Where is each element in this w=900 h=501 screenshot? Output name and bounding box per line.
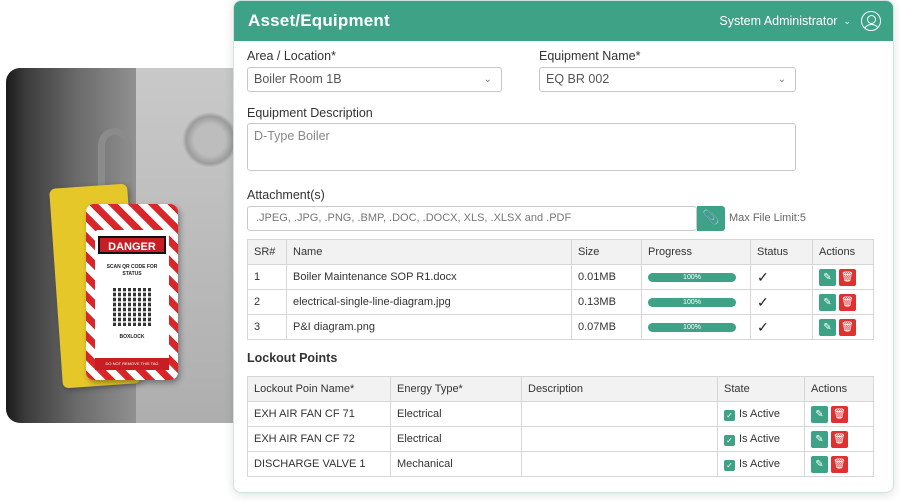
table-row: 1 Boiler Maintenance SOP R1.docx 0.01MB …	[247, 264, 874, 290]
table-row: EXH AIR FAN CF 71 Electrical ✓ Is Active …	[247, 401, 874, 427]
danger-label: DANGER	[98, 236, 166, 254]
table-row: 3 P&I diagram.png 0.07MB 100% ✓ ✎ 🗑	[247, 314, 874, 340]
delete-trash-icon[interactable]: 🗑	[839, 268, 856, 286]
description-label: Equipment Description	[247, 106, 373, 120]
attachment-input[interactable]: .JPEG, .JPG, .PNG, .BMP, .DOC, .DOCX, XL…	[247, 206, 697, 231]
row-sr: 3	[247, 314, 287, 340]
lockout-name: EXH AIR FAN CF 71	[247, 401, 391, 427]
area-value: Boiler Room 1B	[254, 72, 342, 86]
paperclip-icon[interactable]: 📎	[697, 206, 725, 231]
table-row: DISCHARGE VALVE 1 Mechanical ✓ Is Active …	[247, 451, 874, 477]
lockout-description	[521, 451, 718, 477]
row-sr: 1	[247, 264, 287, 290]
table-row: EXH AIR FAN CF 72 Electrical ✓ Is Active …	[247, 426, 874, 452]
chevron-down-icon: ⌄	[777, 74, 786, 85]
tag-footer: DO NOT REMOVE THIS TAG	[95, 358, 169, 370]
col-actions: Actions	[804, 376, 874, 402]
delete-trash-icon[interactable]: 🗑	[839, 293, 856, 311]
checkbox-checked-icon[interactable]: ✓	[724, 409, 735, 421]
checkmark-icon: ✓	[757, 268, 769, 285]
energy-type: Electrical	[390, 426, 522, 452]
attachment-placeholder: .JPEG, .JPG, .PNG, .BMP, .DOC, .DOCX, XL…	[256, 212, 572, 224]
row-size: 0.13MB	[571, 289, 642, 315]
lockout-points-title: Lockout Points	[247, 351, 338, 365]
edit-pencil-icon[interactable]: ✎	[811, 455, 828, 473]
qr-code	[113, 288, 151, 326]
progress-bar: 100%	[648, 297, 736, 307]
state-label: Is Active	[739, 407, 780, 420]
scan-text: SCAN QR CODE FOR STATUS	[106, 264, 158, 277]
lockout-description	[521, 426, 718, 452]
table-row: 2 electrical-single-line-diagram.jpg 0.1…	[247, 289, 874, 315]
table-header-row: Lockout Poin Name* Energy Type* Descript…	[247, 376, 874, 402]
lockout-tag-photo: DANGER SCAN QR CODE FOR STATUS BOXLOCK D…	[6, 68, 246, 423]
checkmark-icon: ✓	[757, 293, 769, 310]
chevron-down-icon: ⌄	[843, 15, 851, 26]
col-name: Name	[286, 239, 572, 265]
delete-trash-icon[interactable]: 🗑	[839, 318, 856, 336]
page-title: Asset/Equipment	[248, 11, 390, 30]
edit-pencil-icon[interactable]: ✎	[811, 430, 828, 448]
delete-trash-icon[interactable]: 🗑	[831, 405, 848, 423]
delete-trash-icon[interactable]: 🗑	[831, 455, 848, 473]
edit-pencil-icon[interactable]: ✎	[819, 268, 836, 286]
equipment-value: EQ BR 002	[546, 72, 610, 86]
energy-type: Mechanical	[390, 451, 522, 477]
checkmark-icon: ✓	[757, 318, 769, 335]
state-label: Is Active	[739, 457, 780, 470]
col-description: Description	[521, 376, 718, 402]
checkbox-checked-icon[interactable]: ✓	[724, 434, 735, 446]
row-file-name[interactable]: P&I diagram.png	[286, 314, 572, 340]
col-status: Status	[750, 239, 813, 265]
user-name: System Administrator	[719, 14, 838, 28]
col-progress: Progress	[641, 239, 751, 265]
col-energy-type: Energy Type*	[390, 376, 522, 402]
progress-bar: 100%	[648, 322, 736, 332]
description-textarea[interactable]: D-Type Boiler	[247, 123, 796, 171]
row-size: 0.01MB	[571, 264, 642, 290]
equipment-label: Equipment Name*	[539, 49, 641, 63]
edit-pencil-icon[interactable]: ✎	[811, 405, 828, 423]
panel-knockout	[182, 112, 238, 168]
table-header-row: SR# Name Size Progress Status Actions	[247, 239, 874, 265]
row-size: 0.07MB	[571, 314, 642, 340]
energy-type: Electrical	[390, 401, 522, 427]
edit-pencil-icon[interactable]: ✎	[819, 318, 836, 336]
tag-brand: BOXLOCK	[119, 334, 145, 340]
progress-bar: 100%	[648, 272, 736, 282]
user-avatar-icon[interactable]	[861, 11, 881, 31]
row-sr: 2	[247, 289, 287, 315]
danger-tag: DANGER SCAN QR CODE FOR STATUS BOXLOCK D…	[86, 204, 178, 380]
user-menu[interactable]: System Administrator ⌄	[719, 11, 881, 31]
equipment-select[interactable]: EQ BR 002 ⌄	[539, 67, 796, 92]
delete-trash-icon[interactable]: 🗑	[831, 430, 848, 448]
lockout-name: DISCHARGE VALVE 1	[247, 451, 391, 477]
asset-equipment-card: Asset/Equipment System Administrator ⌄ A…	[233, 0, 894, 493]
col-size: Size	[571, 239, 642, 265]
checkbox-checked-icon[interactable]: ✓	[724, 459, 735, 471]
lockout-description	[521, 401, 718, 427]
col-sr: SR#	[247, 239, 287, 265]
description-value: D-Type Boiler	[254, 129, 330, 143]
file-limit-text: Max File Limit:5	[729, 212, 807, 224]
edit-pencil-icon[interactable]: ✎	[819, 293, 836, 311]
area-select[interactable]: Boiler Room 1B ⌄	[247, 67, 502, 92]
col-actions: Actions	[812, 239, 874, 265]
state-label: Is Active	[739, 432, 780, 445]
row-file-name[interactable]: electrical-single-line-diagram.jpg	[286, 289, 572, 315]
attachments-table: SR# Name Size Progress Status Actions 1 …	[247, 239, 874, 340]
area-label: Area / Location*	[247, 49, 336, 63]
lockout-points-table: Lockout Poin Name* Energy Type* Descript…	[247, 376, 874, 477]
card-header: Asset/Equipment System Administrator ⌄	[234, 1, 893, 41]
col-lockout-name: Lockout Poin Name*	[247, 376, 391, 402]
col-state: State	[717, 376, 805, 402]
lockout-name: EXH AIR FAN CF 72	[247, 426, 391, 452]
attachment-label: Attachment(s)	[247, 188, 325, 202]
chevron-down-icon: ⌄	[483, 74, 492, 85]
row-file-name[interactable]: Boiler Maintenance SOP R1.docx	[286, 264, 572, 290]
